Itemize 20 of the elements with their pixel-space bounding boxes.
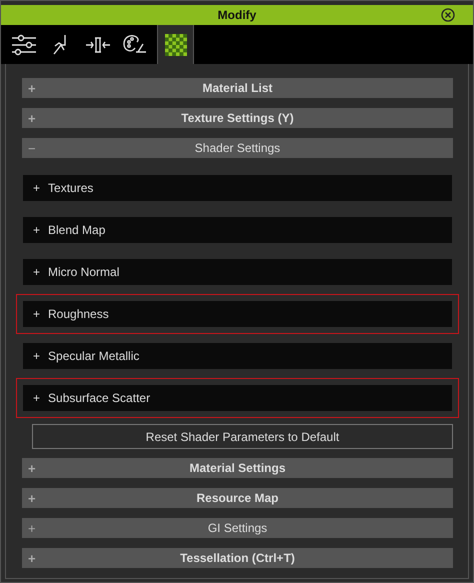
checkerboard-icon [164,34,186,56]
section-header[interactable]: + Tessellation (Ctrl+T) [22,548,453,568]
window-title: Modify [218,8,256,22]
section-header[interactable]: + Material List [22,78,453,98]
section-header[interactable]: − Shader Settings [22,138,453,158]
section-header[interactable]: + GI Settings [22,518,453,538]
shader-group[interactable]: + Textures [23,175,452,201]
palette-icon [122,34,146,56]
sliders-icon [10,34,36,56]
shader-group[interactable]: + Micro Normal [23,259,452,285]
section-header[interactable]: + Resource Map [22,488,453,508]
close-icon[interactable] [441,8,455,22]
tab[interactable] [157,25,194,64]
shader-group[interactable]: + Roughness [23,301,452,327]
shader-group[interactable]: + Blend Map [23,217,452,243]
shader-group[interactable]: + Subsurface Scatter [23,385,452,411]
section-header[interactable]: + Texture Settings (Y) [22,108,453,128]
shader-group[interactable]: + Specular Metallic [23,343,452,369]
reset-button[interactable]: Reset Shader Parameters to Default [32,424,453,449]
section-header[interactable]: + Material Settings [22,458,453,478]
